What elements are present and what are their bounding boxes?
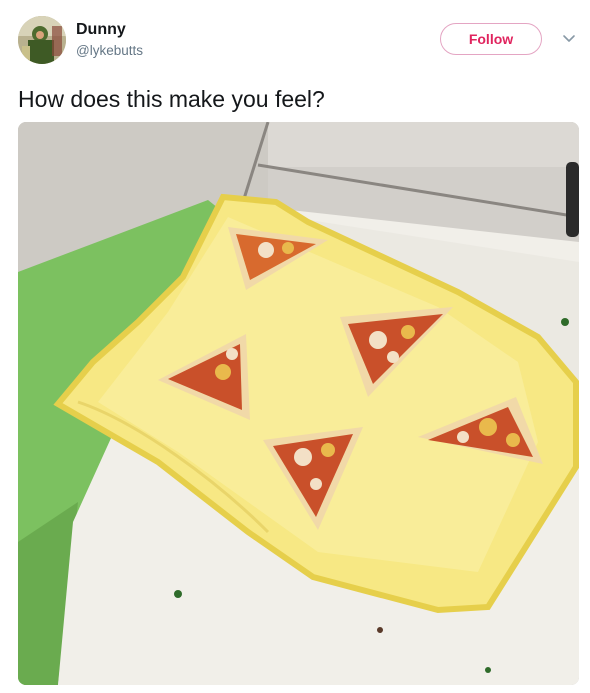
tweet-header: Dunny @lykebutts Follow — [18, 14, 578, 68]
author-block: Dunny @lykebutts — [76, 20, 143, 60]
follow-button[interactable]: Follow — [440, 23, 542, 55]
author-display-name[interactable]: Dunny — [76, 20, 143, 40]
avatar[interactable] — [18, 16, 66, 64]
author-handle[interactable]: @lykebutts — [76, 42, 143, 60]
tweet-text: How does this make you feel? — [18, 86, 325, 112]
pineapple-pizza-photo — [18, 122, 579, 685]
chevron-down-icon[interactable] — [560, 30, 578, 48]
tweet-photo[interactable] — [18, 122, 579, 685]
tweet-card: Dunny @lykebutts Follow How does this ma… — [0, 0, 590, 693]
